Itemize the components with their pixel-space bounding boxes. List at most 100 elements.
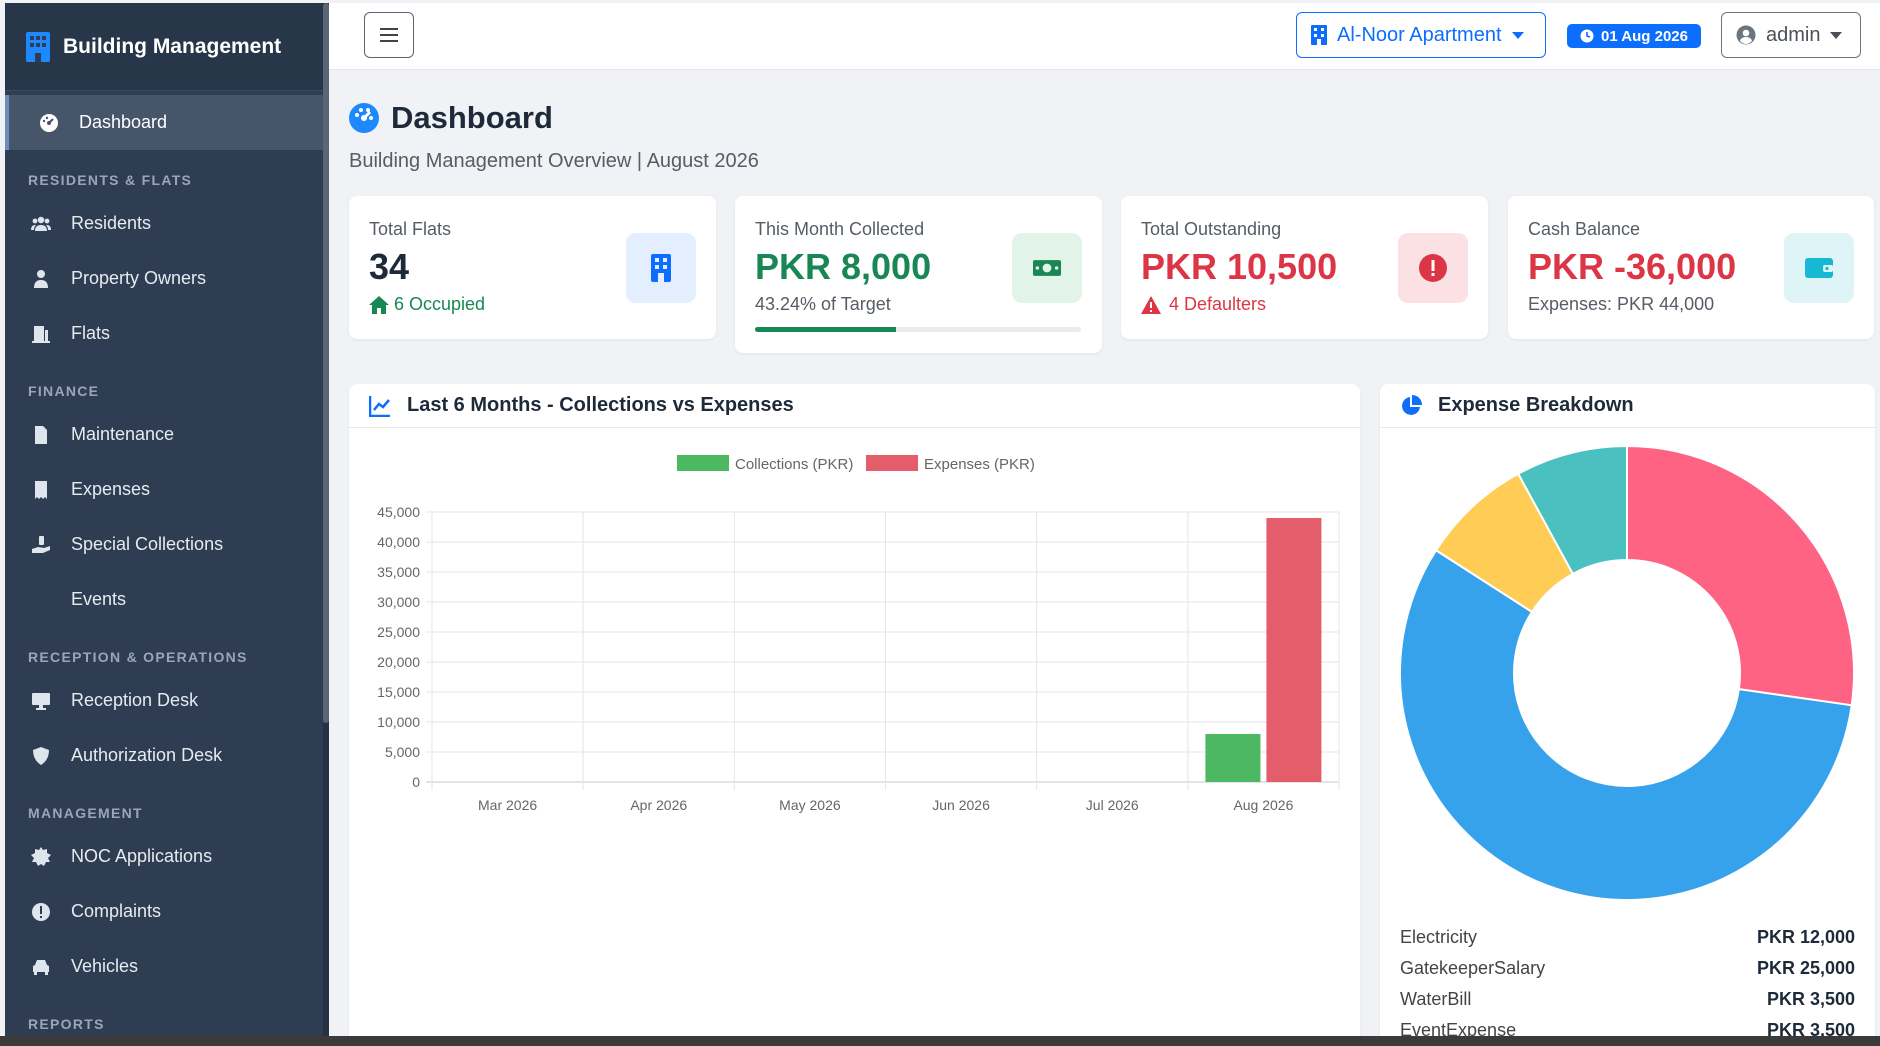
menu-toggle-button[interactable]: [364, 12, 414, 58]
app-window: Building Management Dashboard RESIDENTS …: [0, 0, 1880, 1036]
panel-title: Expense Breakdown: [1438, 394, 1634, 416]
sidebar-scrollbar[interactable]: [323, 3, 329, 723]
sidebar-item-label: Expenses: [71, 479, 151, 499]
brand-title: Building Management: [63, 34, 282, 58]
sidebar-item-label: Events: [71, 589, 127, 609]
progress-fill: [755, 327, 896, 332]
sidebar-item-label: Special Collections: [71, 534, 224, 554]
sidebar-item-flats[interactable]: Flats: [5, 306, 323, 361]
warning-icon: [1141, 295, 1161, 314]
stat-sub-text: 6 Occupied: [394, 294, 486, 314]
user-circle-icon: [1736, 25, 1756, 45]
page-title-text: Dashboard: [391, 100, 553, 135]
stat-card-month-collected: This Month Collected PKR 8,000 43.24% of…: [735, 196, 1102, 353]
building-selector-value: Al-Noor Apartment: [1337, 23, 1502, 46]
donut-slice[interactable]: [1626, 444, 1855, 707]
stat-icon-box: [626, 233, 696, 303]
bar-expenses[interactable]: [1266, 518, 1322, 782]
user-tie-icon: [29, 268, 53, 290]
y-tick-label: 25,000: [377, 624, 420, 640]
sidebar-section-title: RESIDENTS & FLATS: [28, 172, 193, 188]
y-tick-label: 45,000: [377, 504, 420, 520]
collections-bar-chart: Collections (PKR) Expenses (PKR) 45,000 40,…: [377, 455, 1340, 813]
sidebar-item-special-collections[interactable]: Special Collections: [5, 517, 323, 572]
stat-card-total-outstanding: Total Outstanding PKR 10,500 4 Defaulter…: [1121, 196, 1488, 339]
y-tick-label: 40,000: [377, 534, 420, 550]
y-tick-label: 15,000: [377, 684, 420, 700]
money-bill-icon: [1033, 260, 1061, 276]
building-icon: [1311, 25, 1327, 45]
bar-collections[interactable]: [1205, 734, 1261, 782]
sidebar-item-maintenance[interactable]: Maintenance: [5, 407, 323, 462]
gauge-icon: [349, 103, 379, 133]
expense-amount: PKR 3,500: [1766, 1020, 1855, 1036]
certificate-icon: [29, 846, 53, 868]
legend-label[interactable]: Expenses (PKR): [924, 456, 1035, 473]
sidebar-item-label: Vehicles: [71, 956, 139, 976]
collection-progress-bar: [755, 327, 1081, 332]
wallet-icon: [1805, 258, 1833, 278]
chevron-down-icon: [1830, 31, 1843, 39]
expense-label: Electricity: [1400, 927, 1478, 947]
sidebar-item-reception-desk[interactable]: Reception Desk: [5, 673, 323, 728]
exclamation-circle-icon: [29, 901, 53, 923]
sidebar-item-residents[interactable]: Residents: [5, 196, 323, 251]
stat-icon-box: [1784, 233, 1854, 303]
collections-chart-panel: Last 6 Months - Collections vs Expenses …: [349, 384, 1360, 1036]
user-menu-button[interactable]: admin: [1721, 12, 1861, 58]
sidebar-item-property-owners[interactable]: Property Owners: [5, 251, 323, 306]
sidebar-section-title: MANAGEMENT: [28, 805, 143, 821]
expense-row: Electricity PKR 12,000: [1380, 922, 1875, 953]
expense-amount: PKR 12,000: [1756, 927, 1855, 947]
building-selector[interactable]: Al-Noor Apartment: [1296, 12, 1546, 58]
y-tick-label: 20,000: [377, 654, 420, 670]
stat-sub-text: 43.24% of Target: [755, 294, 891, 314]
line-chart-icon: [369, 395, 390, 417]
sidebar-item-complaints[interactable]: Complaints: [5, 884, 323, 939]
expense-label: GatekeeperSalary: [1400, 958, 1546, 978]
sidebar-item-vehicles[interactable]: Vehicles: [5, 939, 323, 994]
date-text: 01 Aug 2026: [1601, 27, 1688, 45]
desktop-icon: [29, 690, 53, 712]
stat-icon-box: [1012, 233, 1082, 303]
sidebar-item-label: Reception Desk: [71, 690, 199, 710]
expense-legend-list: Electricity PKR 12,000 GatekeeperSalary PKR…: [1380, 922, 1875, 1036]
sidebar-item-authorization-desk[interactable]: Authorization Desk: [5, 728, 323, 783]
stat-value: PKR -36,000: [1528, 246, 1737, 287]
pie-chart-icon: [1402, 394, 1422, 415]
user-name: admin: [1766, 23, 1821, 46]
legend-label[interactable]: Collections (PKR): [735, 456, 853, 473]
stat-sub: 6 Occupied: [369, 294, 485, 315]
y-tick-label: 5,000: [385, 744, 420, 760]
stat-icon-box: [1398, 233, 1468, 303]
car-icon: [29, 956, 53, 978]
stat-value: PKR 8,000: [755, 246, 932, 287]
x-tick-label: Jun 2026: [932, 797, 990, 813]
expense-amount: PKR 25,000: [1756, 958, 1855, 978]
x-tick-label: May 2026: [779, 797, 841, 813]
sidebar-section-title: RECEPTION & OPERATIONS: [28, 649, 248, 665]
sidebar-section-title: REPORTS: [28, 1016, 105, 1032]
expense-row: EventExpense PKR 3,500: [1380, 1015, 1875, 1036]
sidebar-item-events[interactable]: Events: [5, 572, 323, 627]
chevron-down-icon: [1511, 31, 1524, 39]
sidebar-item-noc-applications[interactable]: NOC Applications: [5, 829, 323, 884]
legend-swatch: [677, 455, 729, 471]
clock-icon: [1580, 29, 1594, 43]
stat-label: Total Flats: [369, 219, 452, 239]
receipt-icon: [29, 479, 53, 501]
stat-label: Cash Balance: [1528, 219, 1641, 239]
page-title: Dashboard: [349, 100, 553, 136]
sidebar-item-label: Maintenance: [71, 424, 175, 444]
sidebar-item-dashboard[interactable]: Dashboard: [5, 95, 323, 150]
x-tick-label: Aug 2026: [1233, 797, 1293, 813]
sidebar-item-expenses[interactable]: Expenses: [5, 462, 323, 517]
y-tick-label: 30,000: [377, 594, 420, 610]
date-badge: 01 Aug 2026: [1567, 24, 1701, 48]
sidebar: Building Management Dashboard RESIDENTS …: [5, 3, 323, 1036]
sidebar-item-label: Authorization Desk: [71, 745, 223, 765]
brand[interactable]: Building Management: [5, 3, 323, 91]
x-tick-label: Jul 2026: [1086, 797, 1139, 813]
panel-title: Last 6 Months - Collections vs Expenses: [407, 394, 794, 416]
sidebar-item-label: Complaints: [71, 901, 162, 921]
